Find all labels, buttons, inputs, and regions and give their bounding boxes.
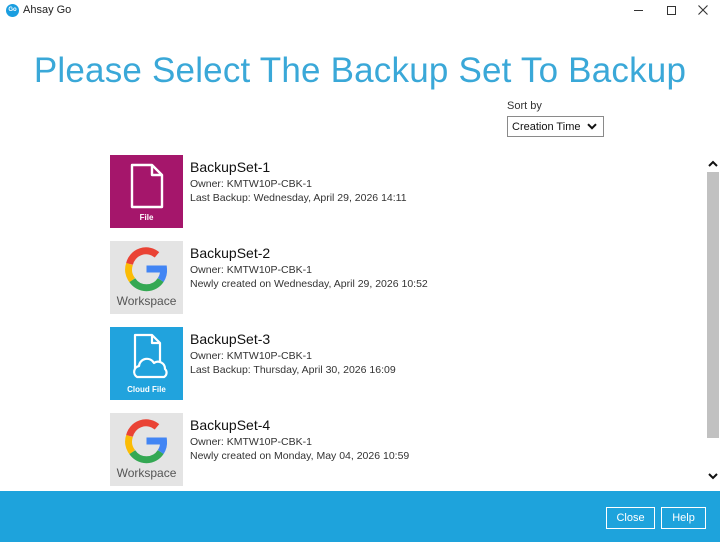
backup-set-name: BackupSet-4 [190, 417, 271, 433]
close-icon [698, 5, 708, 15]
backup-set-owner: Owner: KMTW10P-CBK-1 [190, 350, 312, 362]
close-button[interactable]: Close [606, 507, 655, 529]
tile-caption: Workspace [116, 466, 177, 480]
backup-set-item[interactable]: Workspace BackupSet-4 Owner: KMTW10P-CBK… [110, 413, 690, 486]
backup-set-tile[interactable]: File [110, 155, 183, 228]
close-window-button[interactable] [686, 0, 720, 20]
sort-by-value: Creation Time [512, 120, 581, 133]
backup-set-owner: Owner: KMTW10P-CBK-1 [190, 436, 312, 448]
backup-set-status: Last Backup: Thursday, April 30, 2026 16… [190, 364, 396, 376]
maximize-button[interactable] [654, 0, 688, 20]
sort-by-label: Sort by [507, 100, 542, 112]
backup-set-status: Newly created on Monday, May 04, 2026 10… [190, 450, 410, 462]
maximize-icon [666, 5, 676, 15]
scroll-down-button[interactable] [707, 470, 719, 482]
chevron-down-icon [587, 123, 597, 130]
tile-caption: Workspace [116, 294, 177, 308]
footer-bar: Close Help [0, 491, 720, 542]
tile-caption: Cloud File [127, 385, 166, 394]
backup-set-name: BackupSet-1 [190, 159, 271, 175]
scrollbar-thumb[interactable] [707, 172, 719, 438]
backup-set-item[interactable]: File BackupSet-1 Owner: KMTW10P-CBK-1 La… [110, 155, 690, 228]
title-bar: Go Ahsay Go [0, 0, 720, 22]
sort-by-dropdown[interactable]: Creation Time [507, 116, 604, 137]
minimize-icon [633, 9, 643, 11]
backup-set-name: BackupSet-3 [190, 331, 271, 347]
tile-caption: File [139, 213, 154, 222]
scroll-up-button[interactable] [707, 158, 719, 170]
backup-set-item[interactable]: Workspace BackupSet-2 Owner: KMTW10P-CBK… [110, 241, 690, 314]
window-title: Ahsay Go [23, 4, 72, 16]
help-button[interactable]: Help [661, 507, 706, 529]
backup-set-owner: Owner: KMTW10P-CBK-1 [190, 264, 312, 276]
backup-set-tile[interactable]: Workspace [110, 413, 183, 486]
backup-set-status: Newly created on Wednesday, April 29, 20… [190, 278, 428, 290]
backup-set-tile[interactable]: Cloud File [110, 327, 183, 400]
page-title: Please Select The Backup Set To Backup [33, 51, 687, 90]
backup-set-status: Last Backup: Wednesday, April 29, 2026 1… [190, 192, 407, 204]
backup-set-tile[interactable]: Workspace [110, 241, 183, 314]
backup-set-item[interactable]: Cloud File BackupSet-3 Owner: KMTW10P-CB… [110, 327, 690, 400]
backup-set-owner: Owner: KMTW10P-CBK-1 [190, 178, 312, 190]
minimize-button[interactable] [621, 0, 655, 20]
app-logo-icon: Go [6, 4, 19, 17]
backup-set-name: BackupSet-2 [190, 245, 271, 261]
